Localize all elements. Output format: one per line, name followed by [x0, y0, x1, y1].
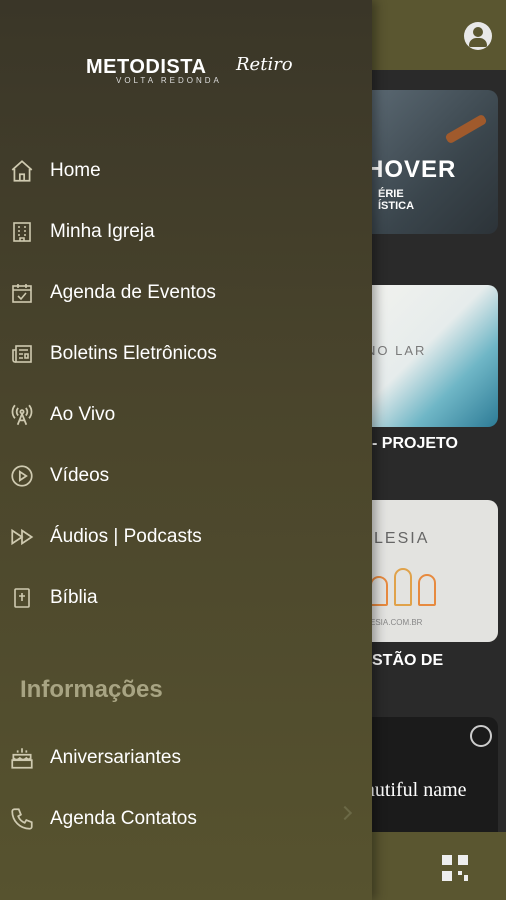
- building-icon: [8, 218, 36, 246]
- menu-item-label: Bíblia: [50, 587, 98, 608]
- content-card[interactable]: HOVER ÉRIE ÍSTICA: [360, 90, 498, 234]
- card-caption: - PROJETO: [372, 435, 458, 452]
- home-icon: [8, 157, 36, 185]
- play-circle-icon: [8, 462, 36, 490]
- logo-sub-text: VOLTA REDONDA: [116, 76, 222, 85]
- menu-item-minha-igreja[interactable]: Minha Igreja: [0, 208, 372, 256]
- menu-item-label: Agenda Contatos: [50, 808, 197, 829]
- menu-item-videos[interactable]: Vídeos: [0, 452, 372, 500]
- menu-item-label: Vídeos: [50, 465, 110, 486]
- children-illustration: [370, 566, 440, 606]
- logo-script-text: Retiro: [236, 54, 293, 75]
- menu-item-label: Agenda de Eventos: [50, 282, 216, 303]
- menu-item-aniversariantes[interactable]: Aniversariantes: [0, 734, 372, 782]
- phone-icon: [8, 805, 36, 833]
- newspaper-icon: [8, 340, 36, 368]
- section-title-informacoes: Informações: [20, 676, 163, 703]
- navigation-drawer: METODISTA Retiro VOLTA REDONDA Home Minh…: [0, 0, 372, 900]
- menu-item-home[interactable]: Home: [0, 147, 372, 195]
- card-subtitle: ÉRIE ÍSTICA: [378, 188, 415, 212]
- bible-icon: [8, 584, 36, 612]
- card-text: LESIA: [374, 530, 430, 547]
- calendar-icon: [8, 279, 36, 307]
- content-card[interactable]: autiful name: [360, 717, 498, 832]
- card-text: autiful name: [366, 779, 467, 801]
- menu-item-label: Home: [50, 160, 101, 181]
- fast-forward-icon: [8, 523, 36, 551]
- card-caption: STÃO DE: [372, 652, 444, 669]
- app-screen: HOVER ÉRIE ÍSTICA NO LAR - PROJETO LESIA…: [0, 0, 506, 900]
- broadcast-icon: [8, 401, 36, 429]
- card-url: ESIA.COM.BR: [370, 618, 423, 627]
- qr-code-icon[interactable]: [442, 855, 468, 881]
- menu-item-label: Áudios | Podcasts: [50, 526, 202, 547]
- church-logo: METODISTA Retiro VOLTA REDONDA: [86, 54, 296, 90]
- cake-icon: [8, 744, 36, 772]
- card-headline: HOVER: [366, 156, 457, 183]
- menu-item-audios-podcasts[interactable]: Áudios | Podcasts: [0, 513, 372, 561]
- menu-item-label: Minha Igreja: [50, 221, 155, 242]
- menu-item-biblia[interactable]: Bíblia: [0, 574, 372, 622]
- content-card[interactable]: NO LAR: [360, 285, 498, 427]
- menu-item-agenda-contatos[interactable]: Agenda Contatos: [0, 795, 372, 843]
- menu-item-label: Ao Vivo: [50, 404, 116, 425]
- content-card[interactable]: LESIA ESIA.COM.BR: [360, 500, 498, 642]
- guitar-image: [444, 113, 488, 145]
- menu-item-label: Boletins Eletrônicos: [50, 343, 217, 364]
- menu-item-boletins[interactable]: Boletins Eletrônicos: [0, 330, 372, 378]
- menu-item-ao-vivo[interactable]: Ao Vivo: [0, 391, 372, 439]
- card-text: NO LAR: [366, 343, 427, 358]
- menu-item-agenda-eventos[interactable]: Agenda de Eventos: [0, 269, 372, 317]
- menu-item-label: Aniversariantes: [50, 747, 181, 768]
- logo-icon: [470, 725, 492, 747]
- profile-icon[interactable]: [464, 22, 492, 50]
